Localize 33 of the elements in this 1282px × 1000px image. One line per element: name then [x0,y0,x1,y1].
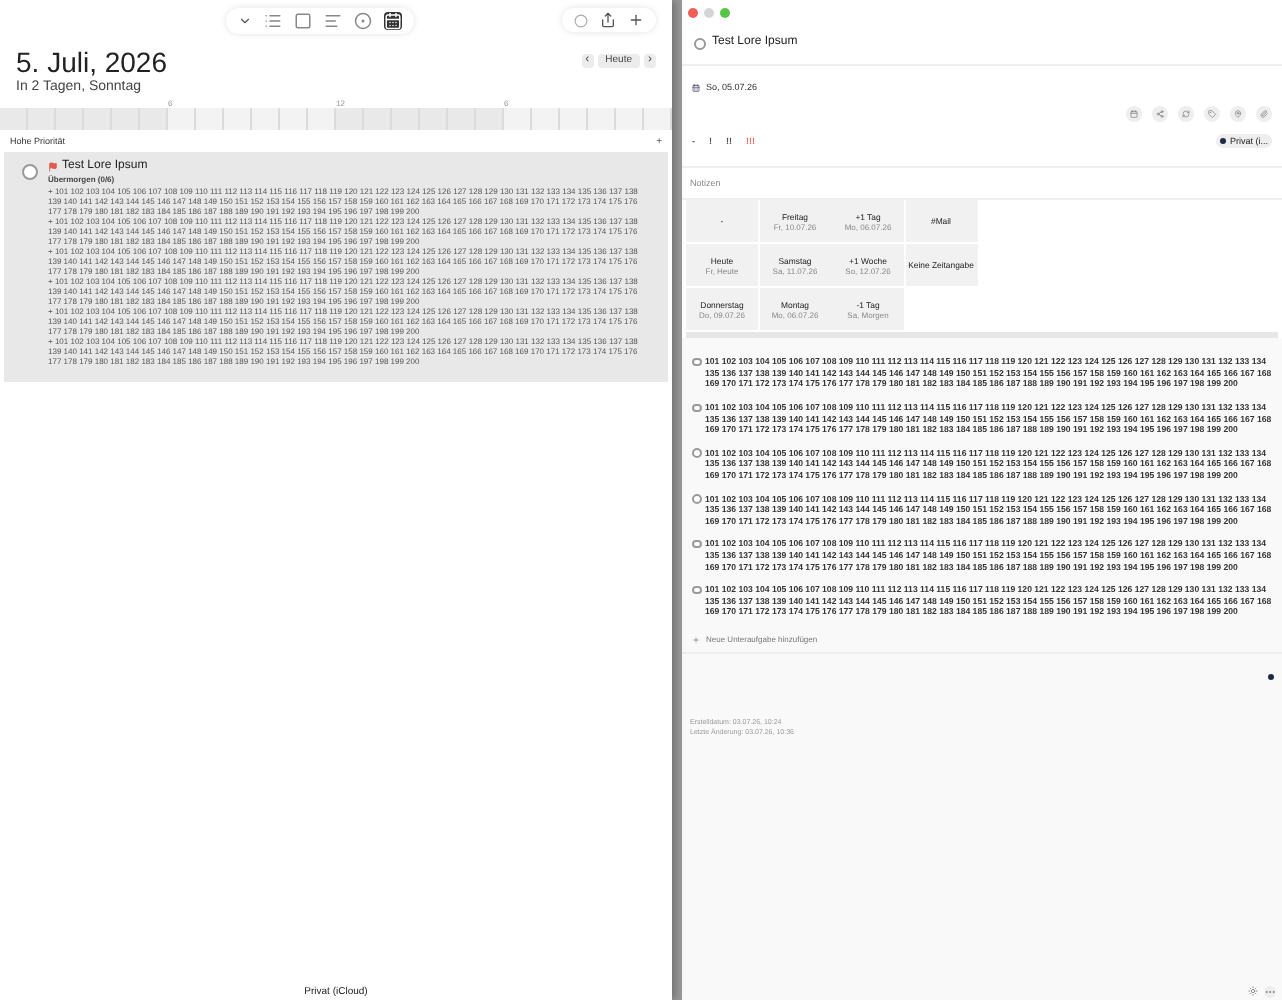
checkbox[interactable] [692,585,701,595]
more-icon[interactable] [1264,986,1276,998]
plus-icon [692,635,700,644]
minimize-button[interactable] [704,8,714,18]
checkbox[interactable] [692,357,701,367]
checkbox[interactable] [692,494,701,504]
text-lines-icon[interactable] [323,11,341,29]
checkbox[interactable] [22,164,38,180]
calendar-icon[interactable] [383,11,401,29]
list-icon[interactable] [263,11,281,29]
checkbox[interactable] [692,539,701,549]
task-card[interactable] [4,152,668,382]
chevron-down-icon[interactable] [237,13,251,27]
checkbox[interactable] [694,37,706,49]
checkbox[interactable] [692,448,701,458]
date-title: 5. Juli, 2026 [16,46,169,78]
tag-button[interactable] [1204,105,1220,122]
share-button[interactable] [1152,105,1168,122]
location-button[interactable] [1230,105,1246,122]
checkbox[interactable] [692,403,701,413]
flag-icon [48,162,58,172]
sun-icon[interactable] [1248,986,1258,996]
close-button[interactable] [688,8,698,18]
add-icon[interactable] [628,12,644,28]
share-icon[interactable] [600,12,616,28]
circle-icon[interactable] [574,13,588,27]
calendar-button[interactable] [1126,105,1142,122]
square-icon[interactable] [293,11,311,29]
zoom-button[interactable] [720,8,730,18]
paperclip-button[interactable] [1256,105,1272,122]
circle-icon[interactable] [353,11,371,29]
calendar-icon [692,84,700,93]
repeat-button[interactable] [1178,105,1194,122]
